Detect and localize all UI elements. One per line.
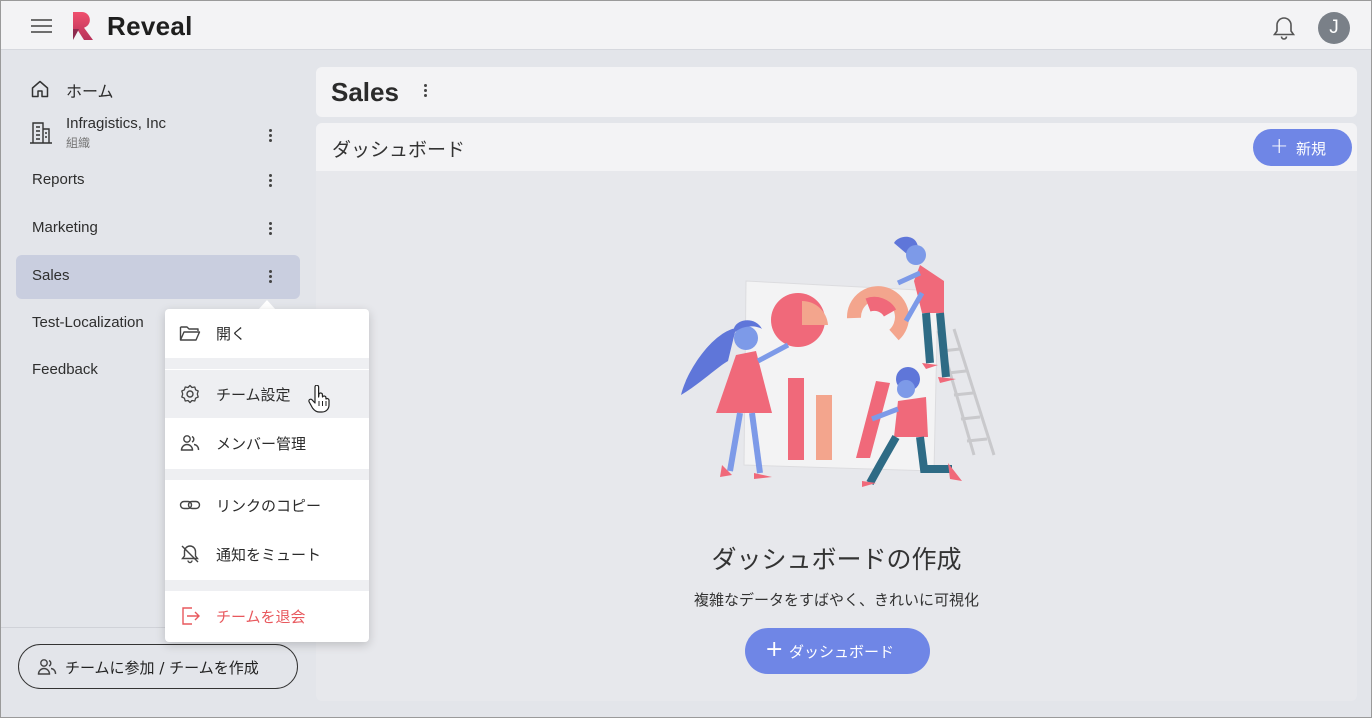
brand-name: Reveal: [107, 11, 193, 41]
sidebar-item-home[interactable]: ホーム: [16, 66, 300, 110]
hand-pointer-cursor-icon: [308, 385, 330, 413]
members-icon: [180, 435, 200, 451]
menu-item-label: チームを退会: [216, 608, 306, 626]
sidebar-item-sales[interactable]: Sales: [16, 255, 300, 299]
user-avatar[interactable]: J: [1318, 12, 1350, 44]
sidebar-item-label: Feedback: [32, 361, 98, 378]
more-options-icon[interactable]: [264, 268, 276, 286]
team-context-menu: 開く チーム設定 メンバー管理 リンクのコピー 通知をミュート チームを退会: [165, 309, 369, 642]
folder-icon: [179, 326, 201, 341]
page-title: Sales: [331, 77, 399, 107]
menu-item-copy-link[interactable]: リンクのコピー: [165, 481, 369, 529]
new-dashboard-button[interactable]: + 新規: [1253, 129, 1352, 166]
sidebar-item-label: Reports: [32, 171, 85, 188]
dashboards-header: ダッシュボード + 新規: [316, 123, 1357, 171]
menu-divider: [165, 469, 369, 480]
more-options-icon[interactable]: [264, 220, 276, 238]
menu-item-team-settings[interactable]: チーム設定: [165, 370, 369, 418]
empty-state-illustration: [681, 236, 996, 487]
create-dashboard-button[interactable]: + ダッシュボード: [745, 628, 930, 674]
join-button-label: チームに参加 / チームを作成: [65, 659, 259, 677]
sidebar-item-label: Marketing: [32, 219, 98, 236]
join-or-create-team-button[interactable]: チームに参加 / チームを作成: [18, 644, 298, 689]
more-options-icon[interactable]: [264, 127, 276, 145]
menu-item-mute-notifications[interactable]: 通知をミュート: [165, 530, 369, 578]
menu-item-label: 開く: [216, 325, 247, 343]
menu-icon[interactable]: [31, 17, 53, 35]
menu-item-label: チーム設定: [216, 386, 291, 404]
menu-item-label: リンクのコピー: [216, 497, 322, 515]
section-title: ダッシュボード: [332, 139, 466, 161]
bell-off-icon: [181, 545, 199, 564]
menu-item-manage-members[interactable]: メンバー管理: [165, 419, 369, 467]
menu-divider: [165, 580, 369, 591]
empty-state-subtitle: 複雑なデータをすばやく、きれいに可視化: [693, 591, 979, 609]
sidebar-item-label: Sales: [32, 267, 70, 284]
top-bar: Reveal J: [1, 1, 1371, 50]
gear-icon: [181, 384, 199, 404]
menu-item-label: 通知をミュート: [216, 546, 322, 564]
home-icon: [31, 80, 49, 98]
building-icon: [30, 122, 52, 144]
exit-icon: [182, 607, 200, 625]
more-options-icon[interactable]: [419, 82, 431, 102]
create-button-label: ダッシュボード: [789, 643, 895, 661]
sidebar-item-marketing[interactable]: Marketing: [16, 207, 300, 251]
new-button-label: 新規: [1296, 140, 1327, 158]
menu-item-open[interactable]: 開く: [165, 309, 369, 357]
notification-bell-icon[interactable]: [1271, 15, 1297, 41]
members-icon: [37, 659, 57, 675]
more-options-icon[interactable]: [264, 172, 276, 190]
plus-icon: +: [1270, 134, 1289, 159]
organization-name: Infragistics, Inc: [66, 115, 167, 132]
sidebar-item-label: Test-Localization: [32, 314, 144, 331]
sidebar-item-reports[interactable]: Reports: [16, 159, 300, 203]
sidebar-item-organization[interactable]: Infragistics, Inc 組織: [16, 113, 300, 157]
plus-icon: +: [765, 637, 784, 662]
menu-item-label: メンバー管理: [216, 435, 307, 453]
sidebar-item-label: ホーム: [66, 82, 114, 101]
page-header: Sales: [316, 67, 1357, 117]
reveal-logo: [73, 12, 93, 40]
menu-divider: [165, 358, 369, 369]
dashboards-panel: ダッシュボード + 新規 ダッシュボードの作成 複雑なデータをすばやく、きれいに…: [316, 123, 1357, 701]
menu-item-leave-team[interactable]: チームを退会: [165, 592, 369, 640]
link-icon: [179, 500, 201, 510]
organization-type: 組織: [66, 136, 91, 150]
empty-state-title: ダッシュボードの作成: [711, 545, 962, 574]
